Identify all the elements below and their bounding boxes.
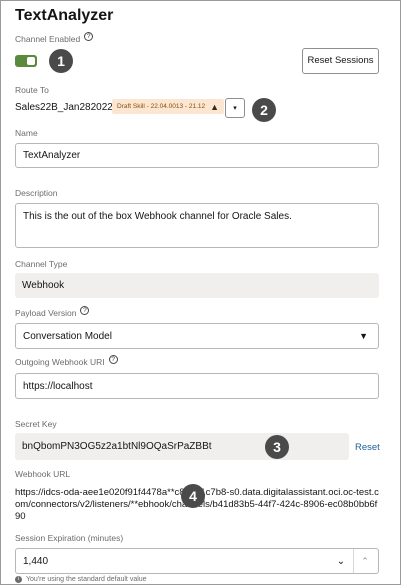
session-expiration-stepper[interactable]: 1,440 ⌄ ⌃ [15, 548, 379, 574]
route-to-label: Route To [15, 85, 49, 95]
callout-1: 1 [49, 49, 73, 73]
payload-version-label: Payload Version? [15, 306, 90, 318]
reset-secret-key-link[interactable]: Reset [355, 442, 380, 453]
callout-2: 2 [252, 98, 276, 122]
help-icon[interactable]: ? [80, 306, 90, 315]
channel-type-label: Channel Type [15, 259, 68, 269]
default-value-hint: i You're using the standard default value [15, 576, 147, 583]
description-label: Description [15, 188, 58, 198]
secret-key-value: bnQbomPN3OG5z2a1btNl9OQaSrPaZBBt [15, 433, 349, 460]
help-icon[interactable]: ? [108, 355, 118, 364]
outgoing-uri-label: Outgoing Webhook URI? [15, 355, 118, 367]
session-expiration-label: Session Expiration (minutes) [15, 533, 124, 543]
toggle-knob [27, 57, 35, 65]
chevron-down-icon: ▼ [359, 331, 368, 341]
callout-3: 3 [265, 435, 289, 459]
name-field[interactable]: TextAnalyzer [15, 143, 379, 168]
callout-4: 4 [181, 484, 205, 508]
info-icon: i [15, 576, 22, 583]
route-to-value: Sales22B_Jan282022 [15, 102, 113, 113]
description-field[interactable]: This is the out of the box Webhook chann… [15, 203, 379, 248]
secret-key-label: Secret Key [15, 419, 57, 429]
outgoing-uri-field[interactable]: https://localhost [15, 373, 379, 399]
channel-type-value: Webhook [15, 273, 379, 298]
warning-icon: ▲ [210, 101, 220, 112]
page-title: TextAnalyzer [15, 7, 114, 24]
help-icon[interactable]: ? [84, 32, 94, 41]
payload-version-select[interactable]: Conversation Model ▼ [15, 323, 379, 349]
channel-enabled-label: Channel Enabled? [15, 32, 94, 44]
reset-sessions-button[interactable]: Reset Sessions [302, 48, 379, 74]
chevron-up-icon[interactable]: ⌃ [356, 549, 374, 573]
session-expiration-value: 1,440 [23, 555, 49, 567]
payload-version-value: Conversation Model [23, 330, 112, 342]
chevron-down-icon[interactable]: ⌄ [332, 549, 350, 573]
name-label: Name [15, 128, 38, 138]
channel-config-panel: TextAnalyzer Channel Enabled? 1 Reset Se… [0, 0, 401, 585]
route-to-dropdown-button[interactable]: ▾ [225, 98, 245, 118]
stepper-divider [353, 549, 354, 573]
webhook-url-label: Webhook URL [15, 469, 71, 479]
draft-skill-badge: Draft Skill - 22.04.0013 - 21.12 ▲ [112, 99, 225, 114]
channel-enabled-toggle[interactable] [15, 55, 37, 67]
